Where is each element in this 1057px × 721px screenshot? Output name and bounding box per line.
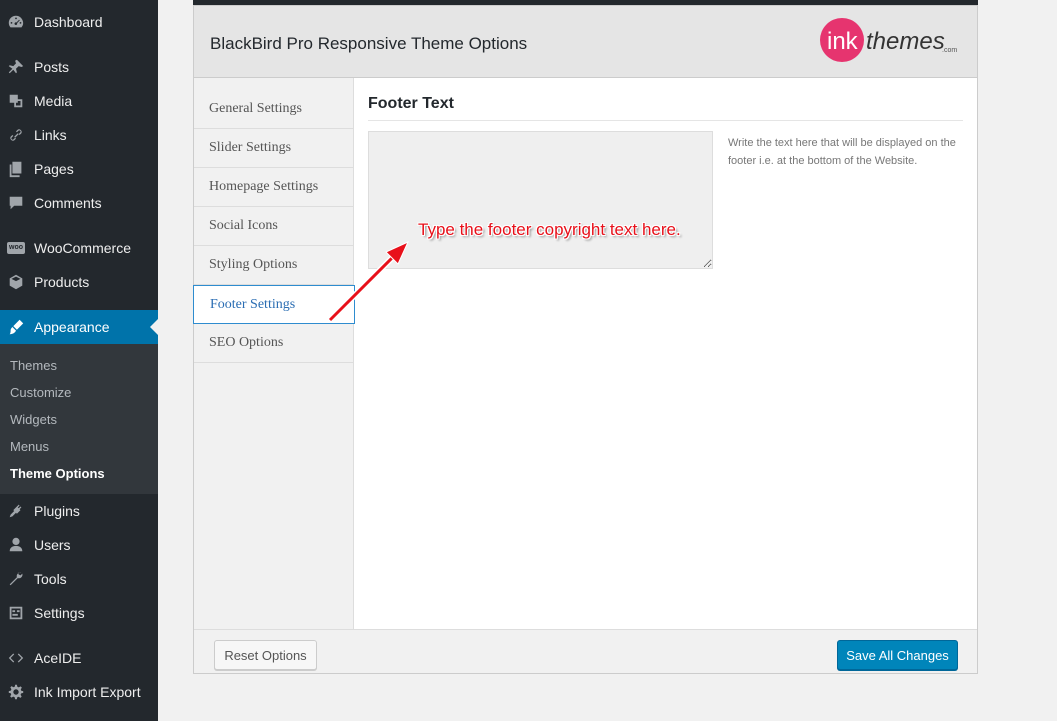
save-all-changes-button[interactable]: Save All Changes bbox=[837, 640, 958, 670]
menu-label: Users bbox=[34, 537, 71, 553]
menu-label: Ink Import Export bbox=[34, 684, 141, 700]
menu-label: AceIDE bbox=[34, 650, 82, 666]
submenu-item-menus[interactable]: Menus bbox=[10, 439, 49, 454]
menu-item-tools[interactable]: Tools bbox=[0, 562, 158, 596]
menu-item-plugins[interactable]: Plugins bbox=[0, 494, 158, 528]
theme-options-panel: BlackBird Pro Responsive Theme Options i… bbox=[193, 5, 978, 674]
menu-label: Products bbox=[34, 274, 90, 290]
submenu-item-themes[interactable]: Themes bbox=[10, 358, 57, 373]
panel-header: BlackBird Pro Responsive Theme Options i… bbox=[194, 6, 977, 78]
menu-item-woocommerce[interactable]: woo WooCommerce bbox=[0, 231, 158, 265]
plug-icon bbox=[6, 501, 26, 521]
box-icon bbox=[6, 272, 26, 292]
submenu-item-widgets[interactable]: Widgets bbox=[10, 412, 57, 427]
menu-label: Tools bbox=[34, 571, 67, 587]
current-arrow bbox=[150, 319, 158, 335]
menu-label: Pages bbox=[34, 161, 74, 177]
settings-icon bbox=[6, 603, 26, 623]
admin-sidebar: Dashboard Posts Media Links Pages Commen… bbox=[0, 0, 158, 721]
annotation-text: Type the footer copyright text here. bbox=[418, 220, 681, 239]
annotation-arrow bbox=[327, 240, 410, 323]
menu-item-comments[interactable]: Comments bbox=[0, 186, 158, 220]
menu-item-products[interactable]: Products bbox=[0, 265, 158, 299]
section-divider bbox=[368, 120, 963, 121]
brush-icon bbox=[6, 317, 26, 337]
menu-item-links[interactable]: Links bbox=[0, 118, 158, 152]
menu-item-pages[interactable]: Pages bbox=[0, 152, 158, 186]
menu-item-media[interactable]: Media bbox=[0, 84, 158, 118]
menu-label: Dashboard bbox=[34, 14, 103, 30]
link-icon bbox=[6, 125, 26, 145]
menu-label: Appearance bbox=[34, 319, 110, 335]
tab-general-settings[interactable]: General Settings bbox=[194, 90, 354, 129]
page-title: BlackBird Pro Responsive Theme Options bbox=[210, 34, 528, 53]
menu-label: WooCommerce bbox=[34, 240, 131, 256]
wrench-icon bbox=[6, 569, 26, 589]
comment-icon bbox=[6, 193, 26, 213]
inkthemes-logo: ink themes .com bbox=[820, 18, 957, 62]
menu-item-users[interactable]: Users bbox=[0, 528, 158, 562]
panel-footer: Reset Options Save All Changes bbox=[194, 629, 977, 673]
pin-icon bbox=[6, 57, 26, 77]
menu-item-ink-import-export[interactable]: Ink Import Export bbox=[0, 675, 158, 709]
menu-item-appearance[interactable]: Appearance bbox=[0, 310, 158, 344]
menu-item-aceide[interactable]: AceIDE bbox=[0, 641, 158, 675]
help-text: Write the text here that will be display… bbox=[728, 137, 956, 167]
tab-homepage-settings[interactable]: Homepage Settings bbox=[194, 168, 354, 207]
users-icon bbox=[6, 535, 26, 555]
tab-content: Footer Text Write the text here that wil… bbox=[355, 78, 977, 629]
logo-themes-text: themes bbox=[866, 28, 945, 55]
menu-label: Plugins bbox=[34, 503, 80, 519]
menu-label: Posts bbox=[34, 59, 70, 75]
menu-item-dashboard[interactable]: Dashboard bbox=[0, 5, 158, 39]
menu-label: Settings bbox=[34, 605, 85, 621]
reset-options-button[interactable]: Reset Options bbox=[214, 640, 317, 670]
submenu-item-customize[interactable]: Customize bbox=[10, 385, 71, 400]
logo-ink-text: ink bbox=[827, 28, 859, 55]
section-title: Footer Text bbox=[368, 95, 454, 112]
submenu-item-theme-options[interactable]: Theme Options bbox=[10, 466, 105, 481]
tab-slider-settings[interactable]: Slider Settings bbox=[194, 129, 354, 168]
menu-label: Comments bbox=[34, 195, 102, 211]
logo-com-text: .com bbox=[942, 47, 957, 54]
menu-label: Media bbox=[34, 93, 73, 109]
appearance-submenu: Themes Customize Widgets Menus Theme Opt… bbox=[0, 344, 158, 494]
code-icon bbox=[6, 648, 26, 668]
gear-icon bbox=[6, 682, 26, 702]
dashboard-icon bbox=[6, 12, 26, 32]
menu-item-posts[interactable]: Posts bbox=[0, 50, 158, 84]
woo-icon: woo bbox=[6, 238, 26, 258]
media-icon bbox=[6, 91, 26, 111]
menu-label: Links bbox=[34, 127, 67, 143]
options-tabs: General Settings Slider Settings Homepag… bbox=[193, 78, 355, 629]
menu-item-settings[interactable]: Settings bbox=[0, 596, 158, 630]
pages-icon bbox=[6, 159, 26, 179]
